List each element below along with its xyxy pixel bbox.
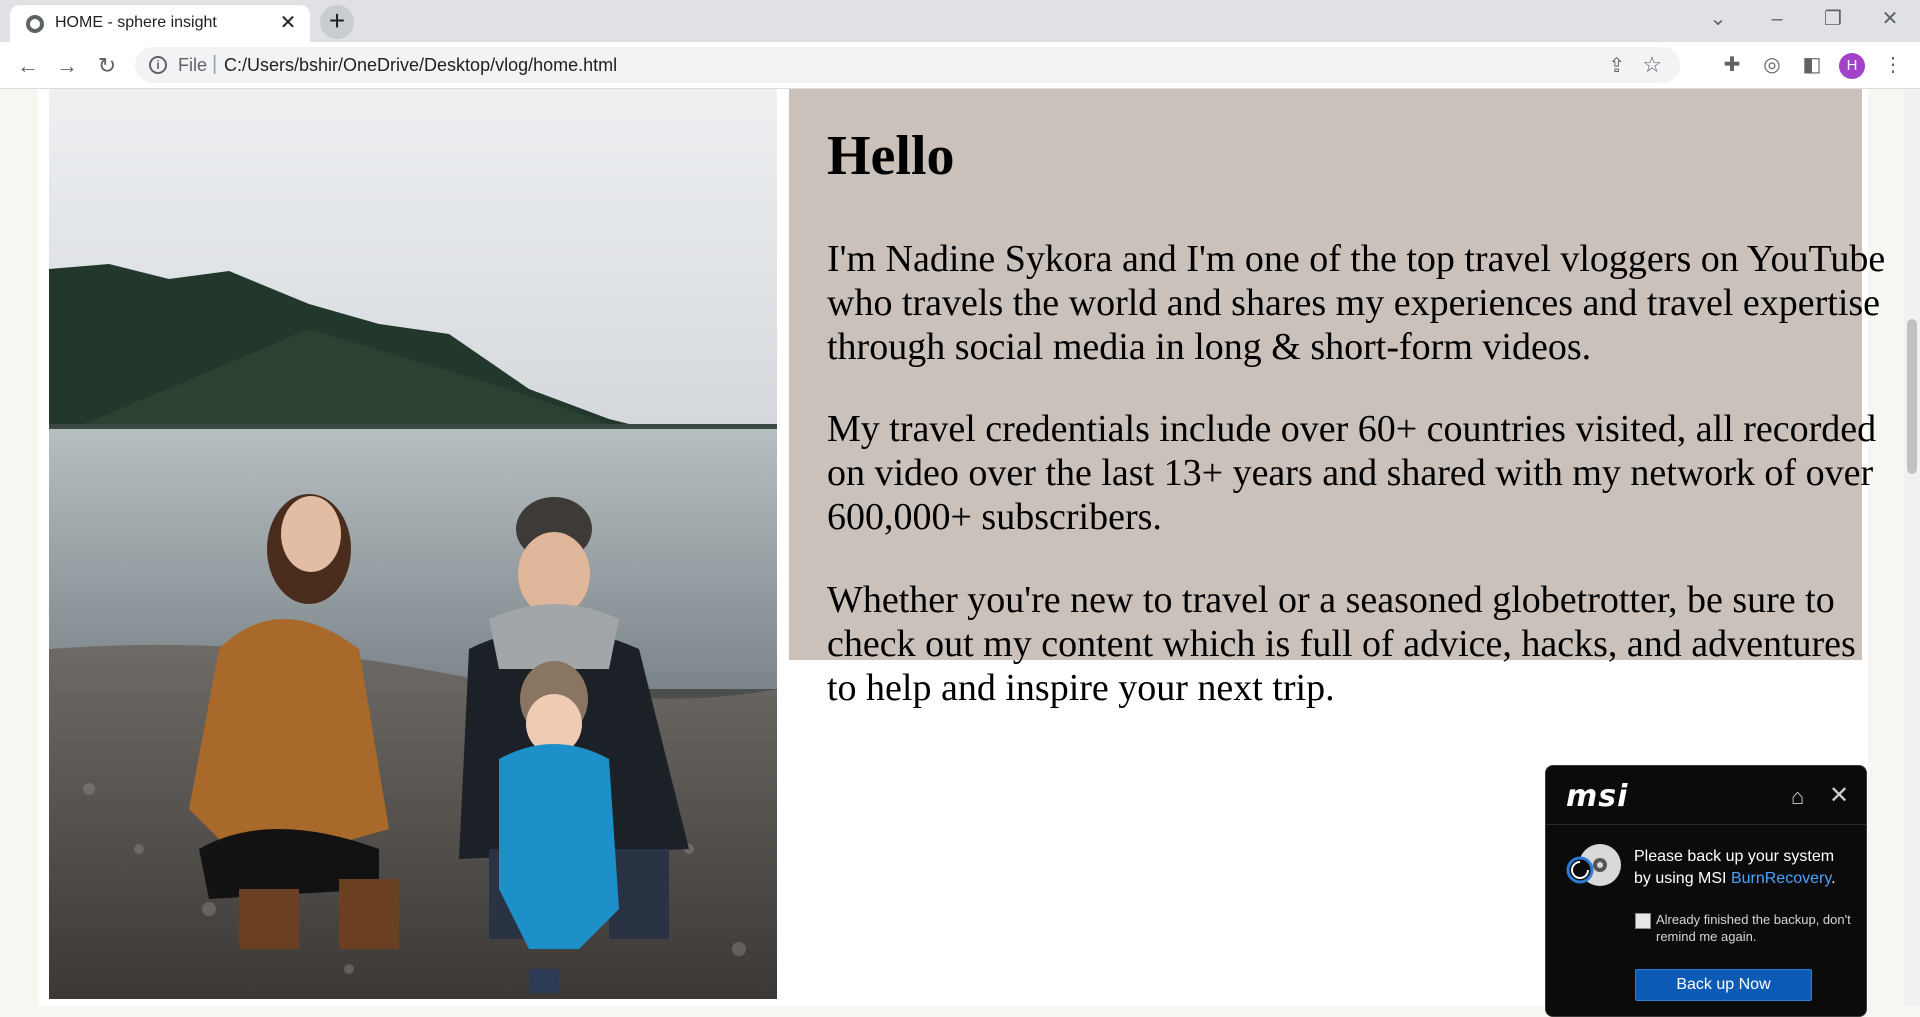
msi-logo: msi [1566,779,1629,814]
family-photo [49,89,777,999]
popup-divider [1546,824,1866,825]
intro-paragraph-3: Whether you're new to travel or a season… [827,579,1856,709]
intro-paragraph-2: My travel credentials include over 60+ c… [827,408,1877,538]
forward-icon[interactable]: → [51,50,83,82]
intro-paragraph-1: I'm Nadine Sykora and I'm one of the top… [827,238,1886,368]
dont-remind-checkbox[interactable] [1635,913,1651,929]
burnrecovery-link[interactable]: BurnRecovery [1731,870,1831,887]
restore-icon[interactable]: ❐ [1805,0,1861,42]
scrollbar-thumb[interactable] [1907,319,1917,474]
browser-toolbar: ← → ↻ i File | C:/Users/bshir/OneDrive/D… [0,42,1920,89]
address-bar[interactable]: i File | C:/Users/bshir/OneDrive/Desktop… [135,47,1680,83]
back-icon[interactable]: ← [12,50,44,82]
dont-remind-label[interactable]: Already finished the backup, don't remin… [1656,911,1856,945]
close-tab-icon[interactable]: ✕ [276,11,300,35]
tab-title: HOME - sphere insight [55,14,217,31]
page-scrollbar[interactable] [1904,89,1920,1006]
popup-message: Please back up your system by using MSI … [1634,846,1854,890]
url-text[interactable]: C:/Users/bshir/OneDrive/Desktop/vlog/hom… [224,55,617,76]
family-photo-image [49,89,777,999]
close-popup-icon[interactable]: ✕ [1829,781,1849,810]
bookmark-star-icon[interactable]: ☆ [1642,52,1662,78]
url-scheme: File [178,55,208,75]
info-icon[interactable]: i [149,56,167,74]
browser-tab[interactable]: HOME - sphere insight ✕ [10,5,310,42]
tab-strip: HOME - sphere insight ✕ + ⌄ – ❐ ✕ [0,0,1920,42]
side-panel-icon[interactable]: ◧ [1799,52,1825,78]
share-icon[interactable]: ⇪ [1608,53,1625,78]
home-icon[interactable]: ⌂ [1791,784,1804,810]
reload-icon[interactable]: ↻ [91,50,123,82]
backup-disc-icon [1566,844,1621,886]
close-window-icon[interactable]: ✕ [1862,0,1918,42]
performance-icon[interactable]: ◎ [1759,52,1785,78]
page-heading: Hello [827,125,955,187]
extensions-icon[interactable]: ✚ [1719,52,1745,78]
new-tab-button[interactable]: + [320,5,354,39]
menu-kebab-icon[interactable]: ⋮ [1880,52,1906,78]
url-separator: | [212,53,218,75]
popup-message-end: . [1831,870,1836,887]
globe-icon [26,15,44,33]
tab-search-icon[interactable]: ⌄ [1690,0,1746,42]
minimize-icon[interactable]: – [1749,0,1805,42]
msi-backup-popup: msi ⌂ ✕ Please back up your system by us… [1545,765,1867,1017]
profile-avatar[interactable]: H [1839,53,1865,79]
back-up-now-button[interactable]: Back up Now [1635,969,1812,1001]
